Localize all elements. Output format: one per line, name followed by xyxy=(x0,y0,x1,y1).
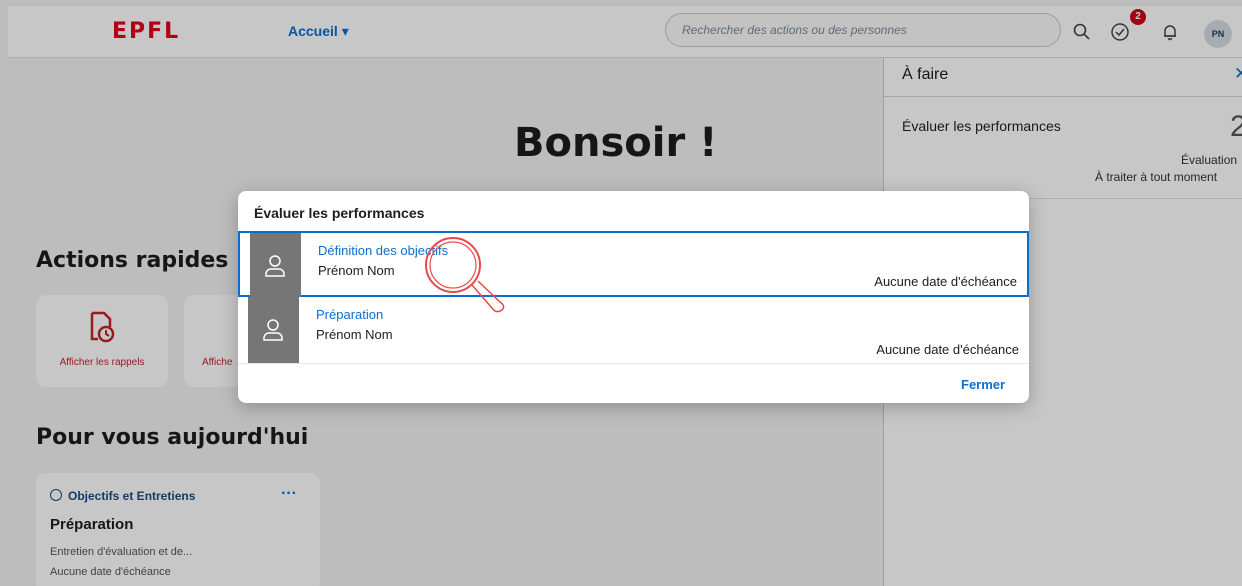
avatar xyxy=(250,233,301,299)
row-due-date: Aucune date d'échéance xyxy=(876,342,1019,357)
evaluate-performance-dialog: Évaluer les performances Définition des … xyxy=(238,191,1029,403)
row-link[interactable]: Préparation xyxy=(316,307,383,322)
avatar xyxy=(248,297,299,363)
dialog-row-preparation[interactable]: Préparation Prénom Nom Aucune date d'éch… xyxy=(238,297,1029,363)
row-due-date: Aucune date d'échéance xyxy=(874,274,1017,289)
page: EPFL Accueil ▾ Rechercher des actions ou… xyxy=(0,0,1242,586)
row-person-name: Prénom Nom xyxy=(318,263,395,278)
person-icon xyxy=(263,319,283,341)
close-dialog-button[interactable]: Fermer xyxy=(961,377,1005,392)
magnifier-cursor-icon xyxy=(425,237,505,313)
divider xyxy=(238,363,1029,364)
dialog-title: Évaluer les performances xyxy=(254,205,425,221)
person-icon xyxy=(265,255,285,277)
row-person-name: Prénom Nom xyxy=(316,327,393,342)
dialog-row-objectives[interactable]: Définition des objectifs Prénom Nom Aucu… xyxy=(238,231,1029,299)
